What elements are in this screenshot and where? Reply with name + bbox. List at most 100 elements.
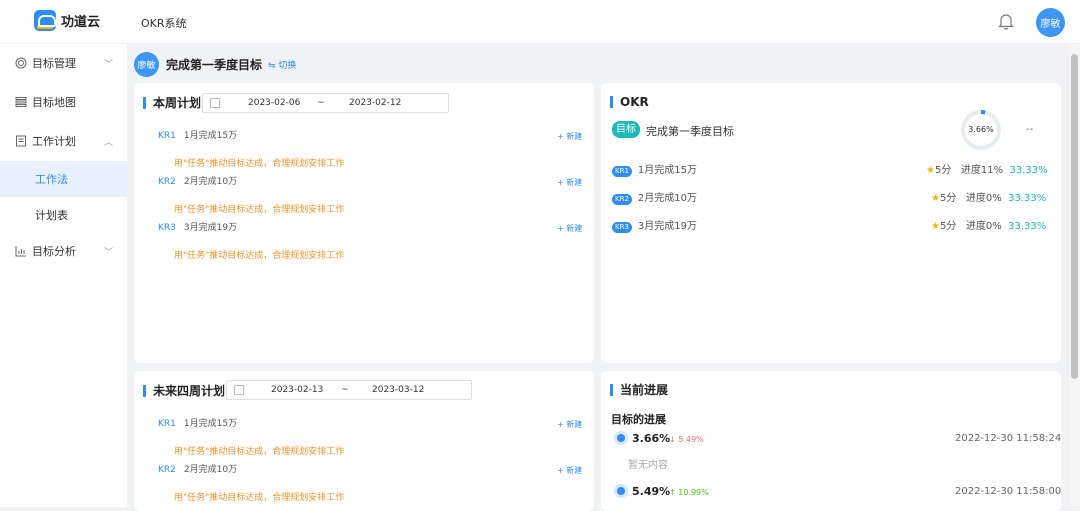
new-task-button[interactable]: + 新建: [557, 177, 582, 188]
hint-text: 用"任务"推动目标达成，合理规划安排工作: [174, 493, 345, 503]
okr-title: OKR: [610, 96, 649, 108]
sidebar-item-work-plan[interactable]: 工作计划 ︿: [0, 123, 127, 159]
date-start: 2023-02-06: [248, 98, 301, 108]
next-four-weeks-title: 未来四周计划: [143, 385, 225, 397]
star-icon: ★: [926, 165, 935, 176]
sidebar-item-goal-management[interactable]: 目标管理 ﹀: [0, 45, 127, 81]
star-icon: ★: [931, 221, 940, 232]
kr-text: 1月完成15万: [183, 131, 238, 141]
next-four-weeks-date-range[interactable]: 2023-02-13 ~ 2023-03-12: [226, 380, 472, 400]
goal-badge: 目标: [612, 121, 640, 138]
new-task-button[interactable]: + 新建: [557, 223, 582, 234]
kr-text: 3月完成19万: [637, 221, 698, 232]
goal-title: 完成第一季度目标: [166, 57, 263, 72]
kr-text: 2月完成10万: [183, 465, 238, 475]
sidebar-item-label: 目标分析: [32, 245, 76, 258]
sidebar-subitem-work-method[interactable]: 工作法: [0, 161, 127, 197]
kr-score: 5分: [939, 193, 957, 204]
date-start: 2023-02-13: [271, 385, 324, 395]
sidebar: 目标管理 ﹀ 目标地图 工作计划 ︿ 工作法 计划表 目标分析 ﹀: [0, 44, 127, 507]
target-icon: [15, 57, 27, 69]
kr-progress: 进度11%: [960, 165, 1004, 176]
kr-score: 5分: [934, 165, 952, 176]
kr-tag: KR3: [158, 223, 176, 233]
switch-label: 切换: [278, 60, 297, 71]
kr-row: KR2 2月完成10万: [158, 176, 237, 188]
okr-kr-row[interactable]: KR1 1月完成15万: [612, 164, 697, 178]
progress-time: 2022-12-30 11:58:24: [955, 433, 1062, 444]
current-progress-title: 当前进展: [610, 384, 668, 396]
star-icon: ★: [931, 193, 940, 204]
top-bar: 功道云 OKR系统 廖敏: [0, 0, 1080, 44]
switch-button[interactable]: ⇋ 切换: [268, 58, 296, 71]
kr-text: 2月完成10万: [637, 193, 698, 204]
okr-kr-row[interactable]: KR3 3月完成19万: [612, 220, 697, 234]
logo-icon: [34, 10, 56, 31]
okr-kr-stats: ★5分 进度0% 33.33%: [931, 192, 1046, 206]
progress-ring-value: 3.66%: [968, 125, 994, 134]
kr-tag: KR1: [158, 419, 176, 429]
new-task-button[interactable]: + 新建: [557, 419, 582, 430]
goal-header: 廖敏 完成第一季度目标 ⇋ 切换: [134, 51, 296, 77]
logo-text: 功道云: [61, 15, 101, 30]
sidebar-item-goal-analysis[interactable]: 目标分析 ﹀: [0, 233, 127, 269]
date-separator: ~: [317, 98, 325, 108]
sidebar-item-label: 目标地图: [32, 96, 76, 109]
okr-kr-stats: ★5分 进度11% 33.33%: [926, 164, 1048, 178]
okr-kr-stats: ★5分 进度0% 33.33%: [931, 220, 1046, 234]
kr-pill: KR2: [612, 194, 632, 205]
chevron-up-icon: ︿: [104, 137, 114, 148]
sidebar-item-label: 计划表: [35, 209, 68, 222]
kr-row: KR1 1月完成15万: [158, 130, 237, 142]
kr-text: 1月完成15万: [183, 419, 238, 429]
kr-progress: 进度0%: [965, 193, 1002, 204]
progress-value: 3.66%: [632, 432, 671, 445]
logo[interactable]: 功道云: [34, 10, 100, 31]
new-task-button[interactable]: + 新建: [557, 131, 582, 142]
hint-text: 用"任务"推动目标达成，合理规划安排工作: [174, 159, 345, 169]
sidebar-subitem-plan-table[interactable]: 计划表: [0, 197, 127, 233]
progress-subtitle: 目标的进展: [611, 413, 666, 426]
kr-text: 1月完成15万: [637, 165, 698, 176]
timeline-dot: [617, 487, 625, 495]
kr-row: KR1 1月完成15万: [158, 418, 237, 430]
calendar-icon: [210, 98, 220, 108]
sidebar-item-goal-map[interactable]: 目标地图: [0, 84, 127, 120]
switch-icon: ⇋: [268, 60, 279, 71]
okr-dashes: --: [1026, 124, 1034, 135]
new-task-button[interactable]: + 新建: [557, 465, 582, 476]
kr-text: 2月完成10万: [183, 177, 238, 187]
sidebar-item-label: 工作法: [35, 173, 68, 186]
chevron-down-icon: ﹀: [104, 247, 114, 258]
app-name: OKR系统: [141, 17, 187, 30]
bell-icon[interactable]: [998, 13, 1014, 30]
kr-weight: 33.33%: [1009, 165, 1048, 176]
kr-score: 5分: [939, 221, 957, 232]
sidebar-item-label: 目标管理: [32, 57, 76, 70]
okr-kr-row[interactable]: KR2 2月完成10万: [612, 192, 697, 206]
kr-progress: 进度0%: [965, 221, 1002, 232]
chart-icon: [15, 246, 26, 257]
user-avatar[interactable]: 廖敏: [1036, 8, 1065, 37]
scrollbar[interactable]: [1069, 44, 1080, 507]
okr-goal-text[interactable]: 完成第一季度目标: [646, 123, 734, 139]
kr-row: KR3 3月完成19万: [158, 222, 237, 234]
sidebar-item-label: 工作计划: [32, 135, 76, 148]
kr-weight: 33.33%: [1008, 193, 1047, 204]
date-separator: ~: [341, 385, 349, 395]
calendar-icon: [234, 385, 244, 395]
hint-text: 用"任务"推动目标达成，合理规划安排工作: [174, 447, 345, 457]
this-week-title: 本周计划: [143, 97, 201, 109]
kr-tag: KR2: [158, 465, 176, 475]
date-end: 2023-03-12: [372, 385, 425, 395]
scrollbar-thumb[interactable]: [1071, 54, 1078, 379]
owner-avatar[interactable]: 廖敏: [134, 51, 159, 77]
kr-text: 3月完成19万: [183, 223, 238, 233]
chevron-down-icon: ﹀: [104, 59, 114, 70]
date-end: 2023-02-12: [349, 98, 402, 108]
kr-pill: KR3: [612, 222, 632, 233]
kr-tag: KR2: [158, 177, 176, 187]
this-week-date-range[interactable]: 2023-02-06 ~ 2023-02-12: [202, 93, 449, 113]
kr-tag: KR1: [158, 131, 176, 141]
hint-text: 用"任务"推动目标达成，合理规划安排工作: [174, 205, 345, 215]
